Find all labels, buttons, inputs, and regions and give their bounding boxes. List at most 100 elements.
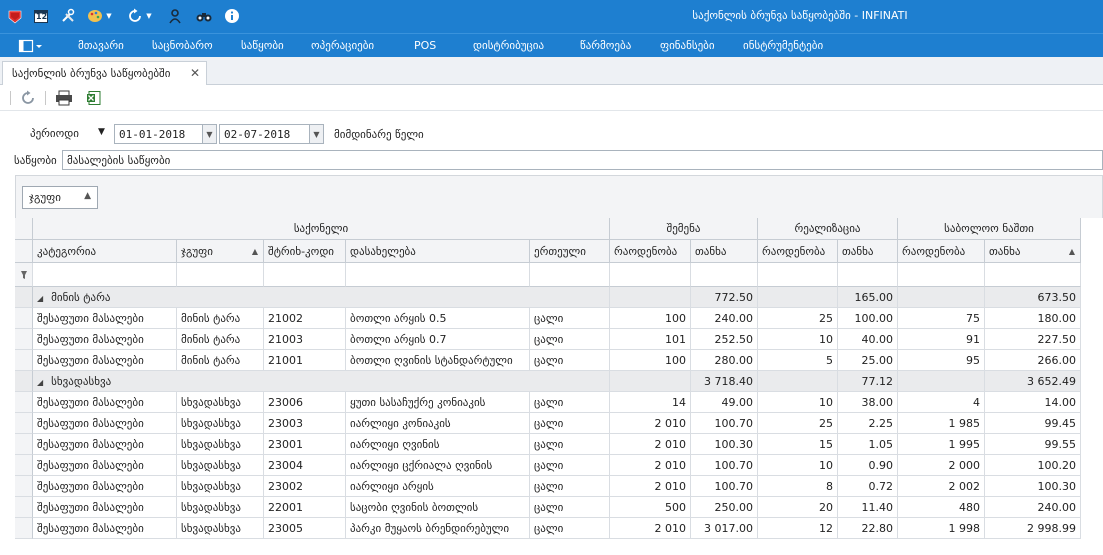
menu-operations[interactable]: ოპერაციები: [311, 39, 374, 52]
cell-name[interactable]: ყუთი სასაჩუქრე კონიაკის: [346, 392, 530, 413]
cell-end-amount[interactable]: 14.00: [985, 392, 1081, 413]
cell-barcode[interactable]: 21003: [264, 329, 346, 350]
panel-toggle-icon[interactable]: [18, 38, 44, 54]
cell-barcode[interactable]: 23004: [264, 455, 346, 476]
cell-sale-qty[interactable]: 12: [758, 518, 838, 539]
cell-category[interactable]: შესაფუთი მასალები: [33, 518, 177, 539]
cell-end-amount[interactable]: 2 998.99: [985, 518, 1081, 539]
cell-in-amount[interactable]: 250.00: [691, 497, 758, 518]
cell-in-qty[interactable]: 101: [610, 329, 691, 350]
cell-end-amount[interactable]: 99.45: [985, 413, 1081, 434]
cell-unit[interactable]: ცალი: [530, 308, 610, 329]
cell-in-qty[interactable]: 500: [610, 497, 691, 518]
cell-end-qty[interactable]: 2 000: [898, 455, 985, 476]
print-icon[interactable]: [54, 89, 74, 107]
cell-group[interactable]: სხვადასხვა: [177, 455, 264, 476]
row-indicator[interactable]: [15, 455, 33, 476]
cell-name[interactable]: ბოთლი არყის 0.7: [346, 329, 530, 350]
cell-end-qty[interactable]: 2 002: [898, 476, 985, 497]
period-mode-dropdown[interactable]: ▼: [98, 127, 105, 137]
filter-input-name[interactable]: [346, 263, 530, 287]
column-header-in-amount[interactable]: თანხა: [691, 240, 758, 263]
cell-sale-amount[interactable]: 22.80: [838, 518, 898, 539]
cell-unit[interactable]: ცალი: [530, 434, 610, 455]
cell-sale-amount[interactable]: 0.90: [838, 455, 898, 476]
cell-end-amount[interactable]: 266.00: [985, 350, 1081, 371]
cell-sale-qty[interactable]: 20: [758, 497, 838, 518]
cell-sale-qty[interactable]: 25: [758, 413, 838, 434]
cell-end-amount[interactable]: 100.20: [985, 455, 1081, 476]
tools-icon[interactable]: [59, 7, 77, 25]
excel-export-icon[interactable]: [84, 89, 104, 107]
palette-dropdown-icon[interactable]: ▼: [104, 7, 114, 25]
calendar-icon[interactable]: 12: [32, 7, 50, 25]
collapse-icon[interactable]: ◢: [37, 294, 43, 303]
cell-in-amount[interactable]: 100.70: [691, 455, 758, 476]
palette-icon[interactable]: [86, 7, 104, 25]
info-icon[interactable]: [223, 7, 241, 25]
cell-sale-qty[interactable]: 10: [758, 455, 838, 476]
cell-name[interactable]: საცობი ღვინის ბოთლის: [346, 497, 530, 518]
cell-end-amount[interactable]: 180.00: [985, 308, 1081, 329]
cell-unit[interactable]: ცალი: [530, 476, 610, 497]
filter-input-in-amount[interactable]: [691, 263, 758, 287]
cell-end-qty[interactable]: 91: [898, 329, 985, 350]
cell-barcode[interactable]: 22001: [264, 497, 346, 518]
cell-sale-amount[interactable]: 2.25: [838, 413, 898, 434]
row-indicator[interactable]: [15, 329, 33, 350]
cell-in-amount[interactable]: 3 017.00: [691, 518, 758, 539]
cell-in-qty[interactable]: 2 010: [610, 476, 691, 497]
cell-group[interactable]: სხვადასხვა: [177, 413, 264, 434]
cell-name[interactable]: იარლიყი ღვინის: [346, 434, 530, 455]
cell-sale-amount[interactable]: 11.40: [838, 497, 898, 518]
cell-unit[interactable]: ცალი: [530, 455, 610, 476]
cell-name[interactable]: ბოთლი არყის 0.5: [346, 308, 530, 329]
cell-end-amount[interactable]: 240.00: [985, 497, 1081, 518]
user-icon[interactable]: [166, 7, 184, 25]
cell-barcode[interactable]: 21002: [264, 308, 346, 329]
cell-unit[interactable]: ცალი: [530, 497, 610, 518]
cell-group[interactable]: სხვადასხვა: [177, 434, 264, 455]
cell-end-qty[interactable]: 480: [898, 497, 985, 518]
cell-end-qty[interactable]: 95: [898, 350, 985, 371]
menu-warehouse[interactable]: საწყობი: [241, 39, 284, 52]
row-indicator[interactable]: [15, 350, 33, 371]
cell-name[interactable]: იარლიყი არყის: [346, 476, 530, 497]
cell-name[interactable]: იარლიყი კონიაკის: [346, 413, 530, 434]
refresh-menu-icon[interactable]: [126, 7, 144, 25]
cell-sale-amount[interactable]: 1.05: [838, 434, 898, 455]
row-indicator[interactable]: [15, 413, 33, 434]
column-header-sale-amount[interactable]: თანხა: [838, 240, 898, 263]
cell-unit[interactable]: ცალი: [530, 518, 610, 539]
cell-category[interactable]: შესაფუთი მასალები: [33, 350, 177, 371]
cell-in-amount[interactable]: 280.00: [691, 350, 758, 371]
cell-category[interactable]: შესაფუთი მასალები: [33, 455, 177, 476]
cell-end-qty[interactable]: 4: [898, 392, 985, 413]
filter-row-icon[interactable]: [15, 263, 33, 287]
cell-category[interactable]: შესაფუთი მასალები: [33, 413, 177, 434]
cell-category[interactable]: შესაფუთი მასალები: [33, 476, 177, 497]
filter-input-barcode[interactable]: [264, 263, 346, 287]
cell-in-amount[interactable]: 240.00: [691, 308, 758, 329]
menu-main[interactable]: მთავარი: [78, 39, 124, 52]
column-header-barcode[interactable]: შტრიხ-კოდი: [264, 240, 346, 263]
cell-sale-qty[interactable]: 8: [758, 476, 838, 497]
cell-barcode[interactable]: 23005: [264, 518, 346, 539]
collapse-icon[interactable]: ◢: [37, 378, 43, 387]
cell-sale-amount[interactable]: 100.00: [838, 308, 898, 329]
cell-name[interactable]: ბოთლი ღვინის სტანდარტული: [346, 350, 530, 371]
menu-instruments[interactable]: ინსტრუმენტები: [743, 39, 823, 52]
cell-group[interactable]: სხვადასხვა: [177, 392, 264, 413]
filter-input-group[interactable]: [177, 263, 264, 287]
cell-in-amount[interactable]: 252.50: [691, 329, 758, 350]
row-indicator[interactable]: [15, 497, 33, 518]
cell-group[interactable]: სხვადასხვა: [177, 497, 264, 518]
cell-group[interactable]: მინის ტარა: [177, 350, 264, 371]
cell-unit[interactable]: ცალი: [530, 413, 610, 434]
cell-sale-amount[interactable]: 38.00: [838, 392, 898, 413]
cell-sale-amount[interactable]: 25.00: [838, 350, 898, 371]
period-preset-link[interactable]: მიმდინარე წელი: [334, 128, 424, 141]
cell-group[interactable]: მინის ტარა: [177, 329, 264, 350]
cell-barcode[interactable]: 21001: [264, 350, 346, 371]
cell-sale-amount[interactable]: 40.00: [838, 329, 898, 350]
